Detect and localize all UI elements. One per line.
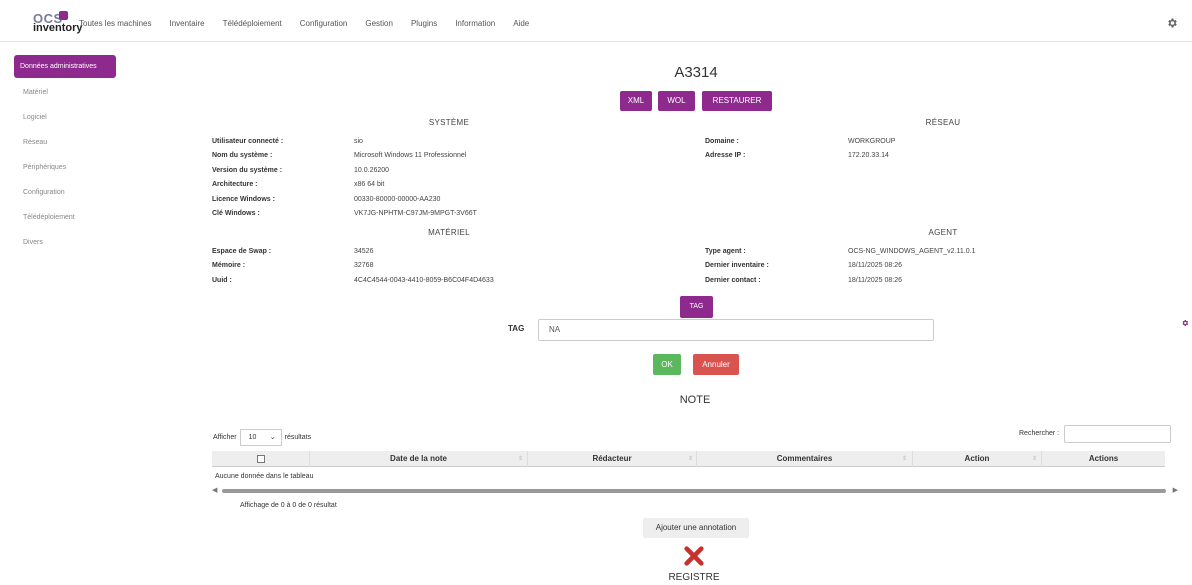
materiel-value: 32768 xyxy=(354,262,374,269)
column-actions[interactable]: Actions xyxy=(1042,451,1165,467)
systeme-value: sio xyxy=(354,138,363,145)
select-all-checkbox[interactable] xyxy=(257,455,265,463)
horizontal-scrollbar[interactable]: ◀ ▶ xyxy=(212,487,1178,495)
sidebar-item-divers[interactable]: Divers xyxy=(14,230,116,255)
systeme-value: Microsoft Windows 11 Professionnel xyxy=(354,152,467,159)
registre-title: REGISTRE xyxy=(668,572,720,583)
nav-teledeploiement[interactable]: Télédéploiement xyxy=(223,19,282,28)
scrollbar-thumb[interactable] xyxy=(222,489,1166,493)
systeme-label: Clé Windows : xyxy=(212,210,260,217)
agent-value: 18/11/2025 08:26 xyxy=(848,277,902,284)
sidebar-item-configuration[interactable]: Configuration xyxy=(14,180,116,205)
column-action[interactable]: Action xyxy=(913,451,1041,467)
systeme-title: SYSTÈME xyxy=(428,118,470,127)
afficher-label: Afficher xyxy=(213,434,237,441)
nav-configuration[interactable]: Configuration xyxy=(300,19,348,28)
xml-button[interactable]: XML xyxy=(620,91,652,111)
agent-value: 18/11/2025 08:26 xyxy=(848,262,902,269)
sort-icon[interactable]: ⇕ xyxy=(1032,451,1037,467)
systeme-value: x86 64 bit xyxy=(354,181,385,188)
ok-button[interactable]: OK xyxy=(653,354,681,375)
systeme-value: 00330-80000-00000-AA230 xyxy=(354,196,441,203)
column-date-de-la-note[interactable]: Date de la note xyxy=(310,451,527,467)
agent-label: Dernier contact : xyxy=(705,277,761,284)
materiel-label: Uuid : xyxy=(212,277,232,284)
nav-toutes-les-machines[interactable]: Toutes les machines xyxy=(79,19,151,28)
sidebar-item-teledeploiement[interactable]: Télédéploiement xyxy=(14,205,116,230)
materiel-value: 34526 xyxy=(354,248,374,255)
delete-x-icon[interactable] xyxy=(683,545,705,567)
sidebar-item-reseau[interactable]: Réseau xyxy=(14,130,116,155)
agent-label: Dernier inventaire : xyxy=(705,262,769,269)
logo-text-bottom: inventory xyxy=(33,22,83,34)
reseau-label: Domaine : xyxy=(705,138,739,145)
agent-value: OCS-NG_WINDOWS_AGENT_v2.11.0.1 xyxy=(848,248,976,255)
systeme-label: Licence Windows : xyxy=(212,196,275,203)
sort-icon[interactable]: ⇕ xyxy=(518,451,523,467)
ocs-logo[interactable]: OCS inventory xyxy=(33,11,83,37)
nav-gestion[interactable]: Gestion xyxy=(365,19,393,28)
side-gear-icon[interactable] xyxy=(1181,319,1189,327)
sort-icon[interactable]: ⇕ xyxy=(902,451,907,467)
reseau-value: WORKGROUP xyxy=(848,138,896,145)
logo-mark-icon xyxy=(59,11,68,20)
main-nav: Toutes les machines Inventaire Télédéplo… xyxy=(79,19,547,28)
table-empty-message: Aucune donnée dans le tableau xyxy=(215,473,314,480)
tag-button[interactable]: TAG xyxy=(680,296,713,318)
column-commentaires[interactable]: Commentaires xyxy=(697,451,912,467)
note-title: NOTE xyxy=(679,394,711,406)
reseau-label: Adresse IP : xyxy=(705,152,746,159)
nav-information[interactable]: Information xyxy=(455,19,495,28)
nav-inventaire[interactable]: Inventaire xyxy=(169,19,204,28)
wol-button[interactable]: WOL xyxy=(658,91,695,111)
scroll-left-icon[interactable]: ◀ xyxy=(212,487,217,495)
sidebar-item-peripheriques[interactable]: Périphériques xyxy=(14,155,116,180)
search-input[interactable] xyxy=(1064,425,1171,443)
tag-input[interactable]: NA xyxy=(538,319,934,341)
systeme-label: Version du système : xyxy=(212,167,283,174)
page-size-value: 10 xyxy=(248,434,257,441)
sort-icon[interactable]: ⇕ xyxy=(688,451,693,467)
column-redacteur[interactable]: Rédacteur xyxy=(528,451,696,467)
reseau-title: RÉSEAU xyxy=(925,118,961,127)
gear-icon[interactable] xyxy=(1166,17,1178,29)
reseau-value: 172.20.33.14 xyxy=(848,152,889,159)
sidebar-item-materiel[interactable]: Matériel xyxy=(14,80,116,105)
annuler-button[interactable]: Annuler xyxy=(693,354,739,375)
top-navbar: OCS inventory Toutes les machines Invent… xyxy=(0,0,1192,42)
sidebar: Données administratives Matériel Logicie… xyxy=(14,55,116,255)
materiel-value: 4C4C4544-0043-4410-8059-B6C04F4D4633 xyxy=(354,277,494,284)
sidebar-item-donnees-administratives[interactable]: Données administratives xyxy=(14,55,116,78)
systeme-label: Nom du système : xyxy=(212,152,273,159)
materiel-title: MATÉRIEL xyxy=(428,228,470,237)
scroll-right-icon[interactable]: ▶ xyxy=(1173,487,1178,495)
search-label: Rechercher : xyxy=(1019,430,1060,437)
materiel-label: Mémoire : xyxy=(212,262,246,269)
agent-title: AGENT xyxy=(928,228,958,237)
materiel-label: Espace de Swap : xyxy=(212,248,272,255)
page-size-control: Afficher 10 ⌄ résultats xyxy=(213,429,311,446)
sidebar-item-logiciel[interactable]: Logiciel xyxy=(14,105,116,130)
notes-table-header: Date de la note ⇕ Rédacteur ⇕ Commentair… xyxy=(212,451,1165,467)
nav-aide[interactable]: Aide xyxy=(513,19,529,28)
restaurer-button[interactable]: RESTAURER xyxy=(702,91,772,111)
machine-title: A3314 xyxy=(674,64,718,81)
systeme-label: Utilisateur connecté : xyxy=(212,138,284,145)
add-annotation-button[interactable]: Ajouter une annotation xyxy=(643,518,749,538)
page-size-select[interactable]: 10 ⌄ xyxy=(239,429,282,446)
systeme-value: 10.0.26200 xyxy=(354,167,390,174)
systeme-value: VK7JG-NPHTM-C97JM-9MPGT-3V66T xyxy=(354,210,477,217)
table-info: Affichage de 0 à 0 de 0 résultat xyxy=(240,502,337,509)
chevron-down-icon: ⌄ xyxy=(269,434,276,441)
resultats-label: résultats xyxy=(284,434,312,441)
nav-plugins[interactable]: Plugins xyxy=(411,19,437,28)
agent-label: Type agent : xyxy=(705,248,746,255)
tag-label: TAG xyxy=(508,324,525,333)
systeme-label: Architecture : xyxy=(212,181,258,188)
